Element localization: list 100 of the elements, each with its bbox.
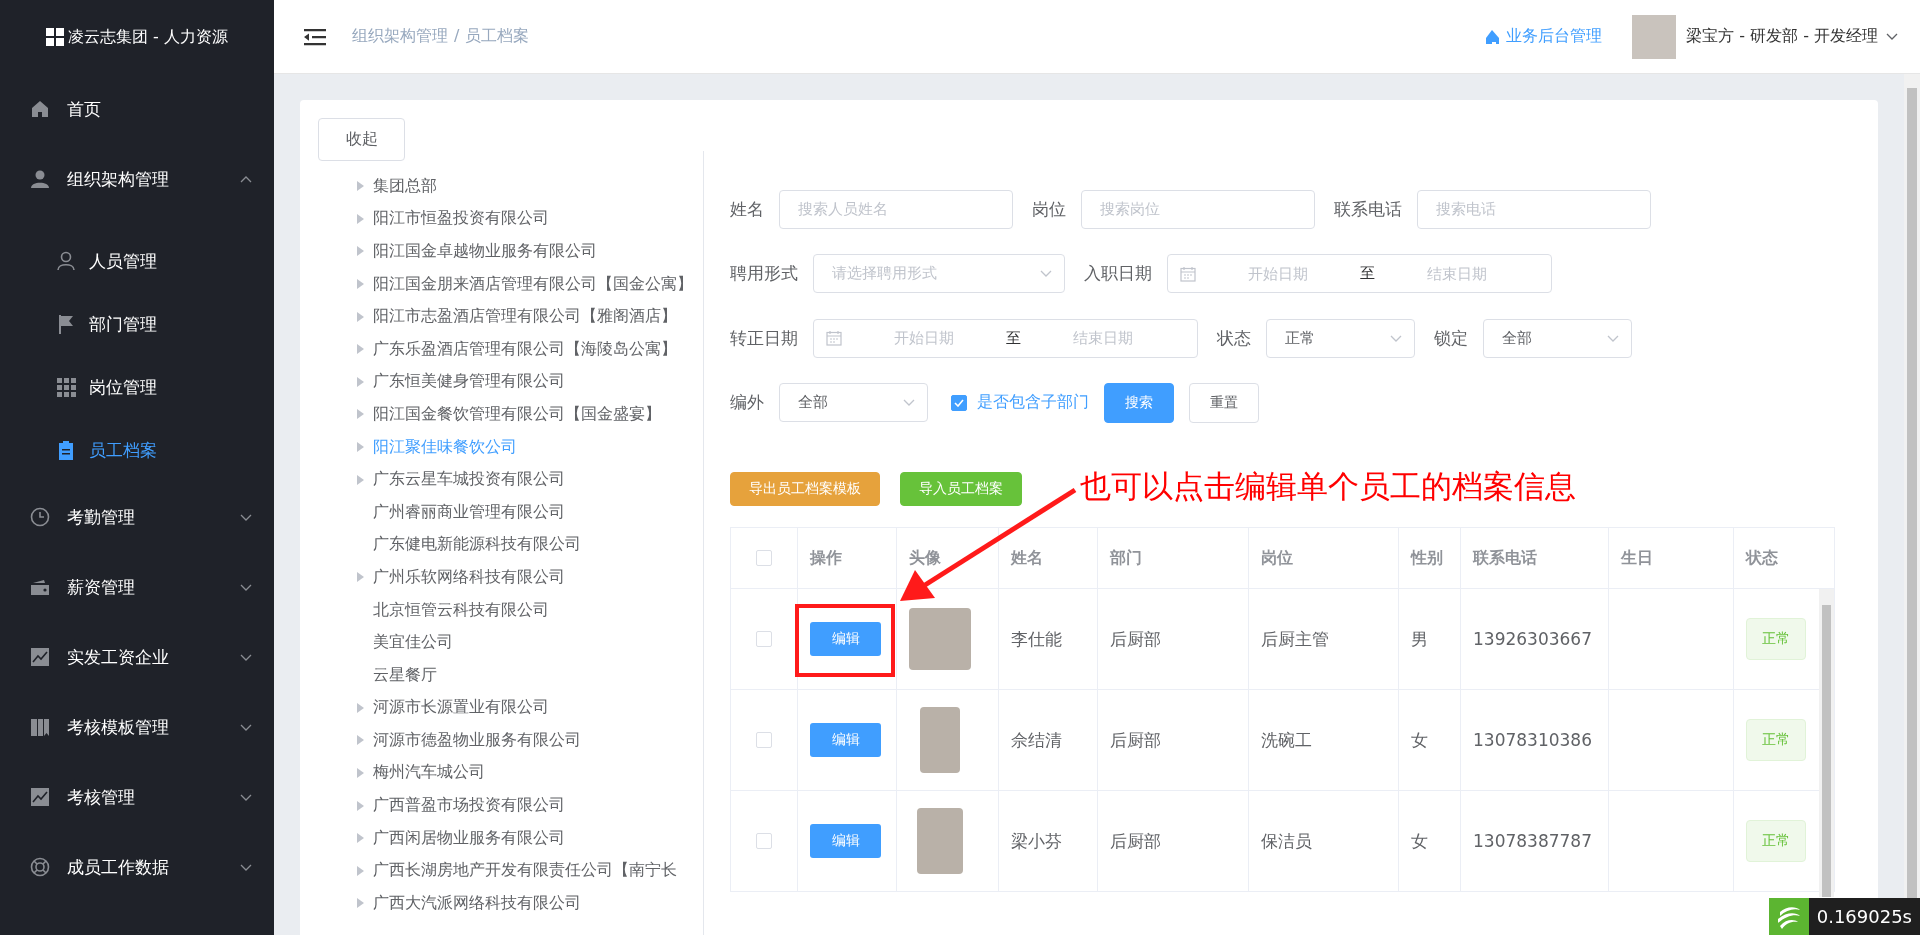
sidebar-submenu-item[interactable]: 人员管理 [0,230,274,293]
status-tag: 正常 [1746,618,1806,660]
field-label: 入职日期 [1084,262,1152,286]
column-header: 生日 [1609,528,1734,589]
column-header: 部门 [1098,528,1249,589]
tree-node[interactable]: 美宜佳公司 [357,626,703,659]
sidebar-menu-item[interactable]: 成员工作数据 [0,832,274,902]
chevron-down-icon [1607,334,1619,342]
tree-node[interactable]: 河源市德盈物业服务有限公司 [357,724,703,757]
sidebar-submenu-item[interactable]: 部门管理 [0,293,274,356]
tree-node[interactable]: 阳江市恒盈投资有限公司 [357,202,703,236]
clock-icon [30,506,51,528]
sidebar-menu-item[interactable]: 薪资管理 [0,552,274,622]
chart-icon [30,786,51,808]
column-header: 操作 [798,528,897,589]
table-cell: 李仕能 [999,589,1098,690]
reset-button[interactable]: 重置 [1189,382,1259,423]
column-header: 姓名 [999,528,1098,589]
table-cell: 13078387787 [1461,791,1609,892]
sidebar-menu-item[interactable]: 考核模板管理 [0,692,274,762]
table-cell: 后厨部 [1098,791,1249,892]
sidebar-menu-item[interactable]: 首页 [0,74,274,144]
date-range-field[interactable]: 开始日期 至 结束日期 [1167,254,1552,294]
field-label: 聘用形式 [730,262,798,286]
tree-node[interactable]: 阳江国金朋来酒店管理有限公司【国金公寓】 [357,267,703,301]
tree-node[interactable]: 广东云星车城投资有限公司 [357,463,703,496]
chart-icon [30,646,51,668]
avatar-placeholder[interactable] [1632,14,1677,59]
select-field[interactable]: 全部 [779,383,928,423]
table-cell: 佘结清 [999,690,1098,791]
table-cell: 后厨部 [1098,589,1249,690]
table-cell: 13926303667 [1461,589,1609,690]
menu-icon [304,27,326,46]
range-separator: 至 [1360,264,1375,284]
date-range-field[interactable]: 开始日期 至 结束日期 [813,318,1198,358]
tree-node[interactable]: 广州睿丽商业管理有限公司 [357,495,703,529]
status-tag: 正常 [1746,820,1806,862]
column-header: 岗位 [1249,528,1399,589]
chevron-down-icon [1040,270,1052,278]
scrollbar[interactable] [1819,589,1834,897]
home-icon [30,98,51,120]
table-cell: 女 [1399,791,1461,892]
field-label: 联系电话 [1334,197,1402,221]
person-icon [30,168,51,190]
sidebar-menu-item[interactable]: 考勤管理 [0,482,274,552]
select-field[interactable]: 正常 [1266,318,1415,358]
logo-icon [46,28,64,46]
table-cell: 13078310386 [1461,690,1609,791]
tree-node[interactable]: 云星餐厅 [357,658,703,692]
photo-placeholder [920,707,960,773]
field-label: 姓名 [730,197,764,221]
field-label: 锁定 [1434,326,1468,350]
tree-node[interactable]: 梅州汽车城公司 [357,756,703,790]
sidebar-submenu-item[interactable]: 岗位管理 [0,356,274,419]
person-icon [56,251,77,272]
tree-node[interactable]: 集团总部 [357,170,703,203]
collapse-button[interactable]: 收起 [318,118,405,161]
sidebar-menu-item[interactable]: 实发工资企业 [0,622,274,692]
field-label: 状态 [1217,326,1251,350]
chevron-down-icon [1390,334,1402,342]
home-icon [1484,28,1501,45]
tree-node[interactable]: 广西普盈市场投资有限公司 [357,789,703,822]
tree-node[interactable]: 广东乐盈酒店管理有限公司【海陵岛公寓】 [357,332,703,366]
tree-node[interactable]: 广东恒美健身管理有限公司 [357,365,703,399]
calendar-icon [1180,265,1196,282]
tree-node[interactable]: 广西长湖房地产开发有限责任公司【南宁长 [357,854,703,888]
checkbox[interactable] [951,394,967,411]
select-field[interactable]: 全部 [1483,318,1632,358]
tree-node[interactable]: 广西闲居物业服务有限公司 [357,821,703,855]
tree-node[interactable]: 阳江市志盈酒店管理有限公司【雅阁酒店】 [357,300,703,333]
check-icon [954,398,964,407]
column-header: 联系电话 [1461,528,1609,589]
status-tag: 正常 [1746,719,1806,761]
sidebar-submenu-item[interactable]: 员工档案 [0,419,274,482]
app-title: 凌云志集团 - 人力资源 [68,26,228,48]
user-name[interactable]: 梁宝方 - 研发部 - 开发经理 [1686,26,1878,47]
tree-node[interactable]: 阳江国金卓越物业服务有限公司 [357,235,703,268]
chevron-down-icon [903,399,915,407]
tree-node[interactable]: 北京恒管云科技有限公司 [357,593,703,627]
breadcrumb-separator: / [454,26,460,47]
table-cell: 保洁员 [1249,791,1399,892]
tree-node[interactable]: 阳江国金餐饮管理有限公司【国金盛宴】 [357,398,703,431]
tree-node[interactable]: 河源市长源置业有限公司 [357,691,703,725]
text-field[interactable]: 搜索人员姓名 [779,189,1013,229]
table-cell: 女 [1399,690,1461,791]
book-icon [30,716,51,738]
tree-node[interactable]: 广西大汽派网络科技有限公司 [357,887,703,920]
field-label: 编外 [730,391,764,415]
column-header: 性别 [1399,528,1461,589]
sidebar-menu-item[interactable]: 组织架构管理 [0,144,274,214]
scrollbar[interactable] [1904,74,1920,898]
breadcrumb-item: 员工档案 [465,26,530,47]
text-field[interactable]: 搜索电话 [1417,189,1651,229]
table-cell: 后厨部 [1098,690,1249,791]
text-field[interactable]: 搜索岗位 [1081,189,1315,229]
table-cell: 后厨主管 [1249,589,1399,690]
sidebar-menu-item[interactable]: 考核管理 [0,762,274,832]
tree-node[interactable]: 广州乐软网络科技有限公司 [357,561,703,594]
tree-node[interactable]: 广东健电新能源科技有限公司 [357,528,703,562]
lifebuoy-icon [30,856,51,878]
